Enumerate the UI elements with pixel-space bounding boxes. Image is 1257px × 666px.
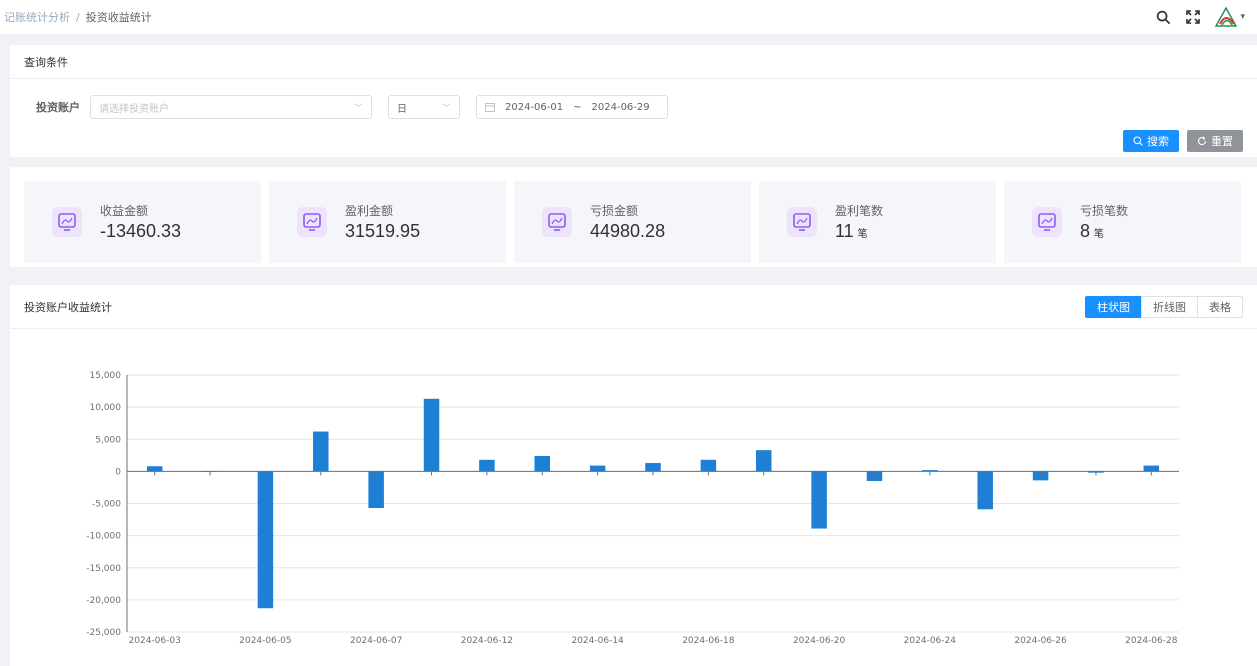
bar <box>700 459 717 472</box>
bar-chart: 15,000 10,000 5,000 0 -5,000 -10,000 -15,000 -2… <box>86 371 1179 646</box>
x-tick-label: 2024-06-26 <box>1014 636 1067 646</box>
stat-card-loss-amount: 亏损金额 44980.28 <box>514 181 751 263</box>
x-tick-label: 2024-06-24 <box>904 636 957 646</box>
stat-card-gain-amount: 盈利金额 31519.95 <box>269 181 506 263</box>
period-value: 日 <box>397 103 407 115</box>
y-tick-label: 0 <box>115 467 121 477</box>
date-range-picker[interactable]: 2024-06-01 ~ 2024-06-29 <box>476 95 668 119</box>
stat-label: 盈利笔数 <box>835 204 884 218</box>
search-icon <box>1133 136 1143 146</box>
y-tick-label: 15,000 <box>90 371 122 381</box>
caret-down-icon: ▾ <box>1240 12 1245 22</box>
search-button[interactable]: 搜索 <box>1123 130 1179 152</box>
stat-label: 亏损金额 <box>590 204 639 218</box>
bar <box>313 431 329 472</box>
chevron-down-icon: ﹀ <box>441 103 451 114</box>
chart-icon <box>787 207 817 237</box>
date-end[interactable]: 2024-06-29 <box>592 102 650 113</box>
chevron-down-icon: ﹀ <box>353 103 363 114</box>
user-menu[interactable]: ▾ <box>1214 6 1245 28</box>
bar <box>1143 465 1160 472</box>
refresh-icon <box>1197 136 1207 146</box>
y-tick-label: -25,000 <box>86 628 121 638</box>
x-tick-label: 2024-06-14 <box>571 636 624 646</box>
stat-value: 44980.28 <box>590 221 666 241</box>
y-tick-label: -5,000 <box>92 500 121 510</box>
bar <box>146 466 163 472</box>
reset-button-label: 重置 <box>1211 135 1233 148</box>
bar <box>257 471 274 609</box>
x-tick-label: 2024-06-12 <box>461 636 513 646</box>
y-tick-label: 5,000 <box>95 435 121 445</box>
stat-label: 盈利金额 <box>345 204 394 218</box>
x-tick-label: 2024-06-03 <box>129 636 181 646</box>
stat-label: 收益金额 <box>100 204 149 218</box>
period-select[interactable]: 日 ﹀ <box>388 95 460 119</box>
account-label: 投资账户 <box>36 101 80 114</box>
date-start[interactable]: 2024-06-01 <box>505 102 563 113</box>
chart-panel-title: 投资账户收益统计 <box>24 300 112 314</box>
search-button-label: 搜索 <box>1147 135 1169 148</box>
calendar-icon <box>485 103 495 112</box>
stat-label: 亏损笔数 <box>1080 204 1129 218</box>
x-tick-label: 2024-06-28 <box>1125 636 1178 646</box>
search-panel-title: 查询条件 <box>10 45 1257 79</box>
chart-icon <box>297 207 327 237</box>
stat-card-profit-amount: 收益金额 -13460.33 <box>24 181 261 263</box>
x-tick-label: 2024-06-07 <box>350 636 402 646</box>
bar <box>423 398 440 472</box>
y-tick-label: -15,000 <box>86 564 121 574</box>
stat-unit: 笔 <box>857 229 868 240</box>
bar <box>534 455 551 472</box>
account-select[interactable]: 请选择投资账户 ﹀ <box>90 95 372 119</box>
chart-icon <box>542 207 572 237</box>
bar <box>811 471 827 529</box>
bar <box>368 471 384 508</box>
date-separator: ~ <box>573 101 582 113</box>
bar <box>589 465 606 472</box>
top-bar: 记账统计分析 / 投资收益统计 ▾ <box>0 0 1257 34</box>
reset-button[interactable]: 重置 <box>1187 130 1243 152</box>
bar <box>922 470 938 472</box>
account-placeholder: 请选择投资账户 <box>99 103 169 115</box>
fullscreen-icon[interactable] <box>1184 8 1202 26</box>
y-tick-label: -10,000 <box>86 532 121 542</box>
x-tick-label: 2024-06-20 <box>793 636 846 646</box>
tab-table[interactable]: 表格 <box>1197 295 1243 318</box>
stat-value: 8 <box>1080 221 1091 241</box>
logo-icon <box>1215 6 1238 27</box>
breadcrumb: 记账统计分析 / 投资收益统计 <box>0 9 152 25</box>
bar <box>755 450 772 472</box>
view-tabs: 柱状图 折线图 表格 <box>1085 295 1243 318</box>
stat-value: 11 <box>835 221 854 241</box>
stat-value: -13460.33 <box>100 221 182 241</box>
bar <box>645 463 661 472</box>
search-panel: 查询条件 投资账户 请选择投资账户 ﹀ 日 ﹀ 2024-06-01 ~ 202… <box>10 45 1257 157</box>
stat-card-loss-count: 亏损笔数 8 笔 <box>1004 181 1241 263</box>
breadcrumb-separator: / <box>76 10 80 24</box>
chart-icon <box>1032 207 1062 237</box>
x-tick-label: 2024-06-05 <box>239 636 291 646</box>
x-tick-label: 2024-06-18 <box>682 636 735 646</box>
stat-card-gain-count: 盈利笔数 11 笔 <box>759 181 996 263</box>
stat-unit: 笔 <box>1093 229 1104 240</box>
stats-panel: 收益金额 -13460.33 盈利金额 31519.95 亏损金额 44980.… <box>10 167 1257 267</box>
bar <box>977 471 993 510</box>
breadcrumb-current: 投资收益统计 <box>85 11 152 24</box>
search-icon[interactable] <box>1154 8 1172 26</box>
tab-line-chart[interactable]: 折线图 <box>1141 295 1198 318</box>
chart-panel: 投资账户收益统计 柱状图 折线图 表格 15,000 10,000 5,000 0 -5… <box>10 285 1257 666</box>
tab-bar-chart[interactable]: 柱状图 <box>1085 295 1142 318</box>
chart-icon <box>52 207 82 237</box>
breadcrumb-parent[interactable]: 记账统计分析 <box>4 9 70 25</box>
y-tick-label: -20,000 <box>86 596 121 606</box>
bar <box>479 459 495 472</box>
stat-value: 31519.95 <box>345 221 421 241</box>
y-tick-label: 10,000 <box>90 403 122 413</box>
